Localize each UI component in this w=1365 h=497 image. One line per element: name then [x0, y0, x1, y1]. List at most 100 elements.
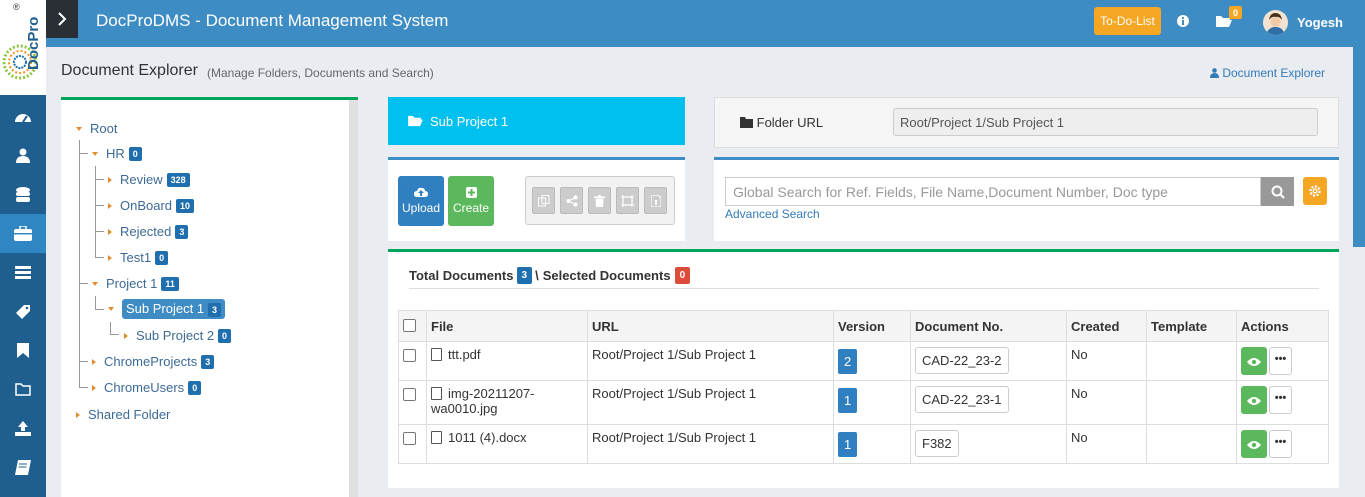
actions-cell: •••	[1236, 424, 1329, 464]
breadcrumb[interactable]: Document Explorer	[1210, 66, 1325, 80]
search-button[interactable]	[1261, 177, 1294, 206]
app-logo[interactable]: DocPro ®	[0, 0, 46, 95]
document-info-button[interactable]	[644, 187, 667, 214]
document-totals: Total Documents 3 \ Selected Documents 0	[409, 267, 691, 284]
file-name-link[interactable]: ttt.pdf	[448, 347, 481, 362]
column-header-actions: Actions	[1236, 310, 1329, 342]
select-all-checkbox[interactable]	[403, 319, 416, 332]
tree-node-project1[interactable]: Project 1 11	[92, 276, 179, 291]
eye-icon	[1247, 358, 1261, 366]
tree-node-subproject2[interactable]: Sub Project 20	[124, 328, 232, 343]
more-actions-button[interactable]: •••	[1269, 386, 1292, 414]
tree-node-review[interactable]: Review 328	[108, 172, 190, 187]
gear-icon	[1309, 185, 1321, 197]
image-file-icon	[431, 387, 442, 400]
column-header-file[interactable]: File	[426, 310, 588, 342]
share-button[interactable]	[560, 187, 583, 214]
tag-icon	[16, 304, 30, 319]
count-badge: 3	[208, 303, 222, 317]
tree-node-chromeprojects[interactable]: ChromeProjects 3	[92, 354, 215, 369]
page-scrollbar[interactable]	[1353, 47, 1365, 247]
tree-label: Shared Folder	[88, 407, 171, 422]
column-header-template[interactable]: Template	[1146, 310, 1237, 342]
sidebar-item-list[interactable]	[0, 253, 46, 292]
document-number-field[interactable]: F382	[915, 430, 959, 457]
chevron-right-icon	[58, 12, 67, 26]
column-header-version[interactable]: Version	[833, 310, 911, 342]
sidebar-item-dashboard[interactable]	[0, 97, 46, 136]
sidebar-item-folders[interactable]	[0, 370, 46, 409]
tree-label: Sub Project 2	[136, 328, 215, 343]
tree-node-chromeusers[interactable]: ChromeUsers 0	[92, 380, 202, 395]
column-header-url[interactable]: URL	[587, 310, 834, 342]
count-badge: 3	[201, 354, 215, 369]
create-button[interactable]: Create	[448, 176, 494, 226]
sidebar-item-books[interactable]	[0, 448, 46, 487]
file-name-link[interactable]: 1011 (4).docx	[448, 430, 527, 445]
crop-button[interactable]	[616, 187, 639, 214]
document-number-field[interactable]: CAD-22_23-1	[915, 386, 1009, 413]
user-icon	[16, 148, 30, 163]
eye-icon	[1247, 441, 1261, 449]
advanced-search-link[interactable]: Advanced Search	[725, 207, 820, 221]
tree-node-shared-folder[interactable]: Shared Folder	[76, 407, 170, 422]
caret-down-icon	[92, 151, 98, 156]
delete-button[interactable]	[588, 187, 611, 214]
copy-button[interactable]	[532, 187, 555, 214]
created-cell: No	[1066, 341, 1147, 381]
notification-badge: 0	[1229, 6, 1242, 19]
sidebar-item-database[interactable]	[0, 175, 46, 214]
count-badge: 11	[161, 276, 179, 291]
total-documents-count: 3	[516, 267, 533, 284]
info-button[interactable]	[1175, 12, 1191, 28]
more-actions-button[interactable]: •••	[1269, 430, 1292, 458]
count-badge: 3	[175, 224, 189, 239]
caret-right-icon	[76, 411, 80, 418]
avatar[interactable]	[1263, 10, 1288, 35]
user-avatar-icon	[1263, 10, 1288, 35]
version-badge[interactable]: 2	[838, 349, 858, 374]
tree-node-subproject1[interactable]: Sub Project 13	[108, 299, 226, 319]
more-actions-button[interactable]: •••	[1269, 347, 1292, 375]
sidebar-item-bookmarks[interactable]	[0, 331, 46, 370]
folder-url-field[interactable]: Root/Project 1/Sub Project 1	[893, 108, 1318, 136]
tree-node-hr[interactable]: HR 0	[92, 146, 142, 161]
caret-right-icon	[92, 384, 96, 391]
row-checkbox[interactable]	[403, 349, 416, 362]
user-name[interactable]: Yogesh	[1297, 15, 1343, 30]
count-badge: 10	[176, 198, 195, 213]
tree-node-root[interactable]: Root	[76, 121, 117, 136]
upload-button[interactable]: Upload	[398, 176, 444, 226]
file-cell: img-20211207-wa0010.jpg	[426, 380, 588, 425]
view-button[interactable]	[1241, 386, 1267, 414]
list-icon	[15, 265, 31, 279]
view-button[interactable]	[1241, 430, 1267, 458]
tree-node-onboard[interactable]: OnBoard 10	[108, 198, 195, 213]
sidebar-item-upload[interactable]	[0, 409, 46, 448]
todo-list-button[interactable]: To-Do-List	[1094, 7, 1161, 35]
version-badge[interactable]: 1	[838, 432, 858, 457]
version-badge[interactable]: 1	[838, 388, 858, 413]
briefcase-icon	[14, 226, 32, 241]
row-select-cell	[398, 341, 427, 381]
sidebar-item-documents[interactable]	[0, 214, 46, 253]
search-settings-button[interactable]	[1303, 177, 1327, 205]
document-number-field[interactable]: CAD-22_23-2	[915, 347, 1009, 374]
sidebar-item-users[interactable]	[0, 136, 46, 175]
sidebar-item-tags[interactable]	[0, 292, 46, 331]
file-name-link[interactable]: img-20211207-wa0010.jpg	[431, 386, 534, 416]
database-icon	[16, 186, 30, 202]
row-checkbox[interactable]	[403, 388, 416, 401]
tree-node-rejected[interactable]: Rejected 3	[108, 224, 189, 239]
column-header-created[interactable]: Created	[1066, 310, 1147, 342]
column-header-document-no[interactable]: Document No.	[910, 310, 1067, 342]
global-search-input[interactable]: Global Search for Ref. Fields, File Name…	[725, 177, 1261, 206]
tree-node-test1[interactable]: Test1 0	[108, 250, 169, 265]
view-button[interactable]	[1241, 347, 1267, 375]
app-title: DocProDMS - Document Management System	[96, 11, 449, 30]
document-number-cell: F382	[910, 424, 1067, 464]
tree-scrollbar[interactable]	[349, 100, 358, 497]
row-checkbox[interactable]	[403, 432, 416, 445]
svg-text:®: ®	[13, 2, 20, 12]
sidebar-toggle-button[interactable]	[46, 0, 78, 38]
